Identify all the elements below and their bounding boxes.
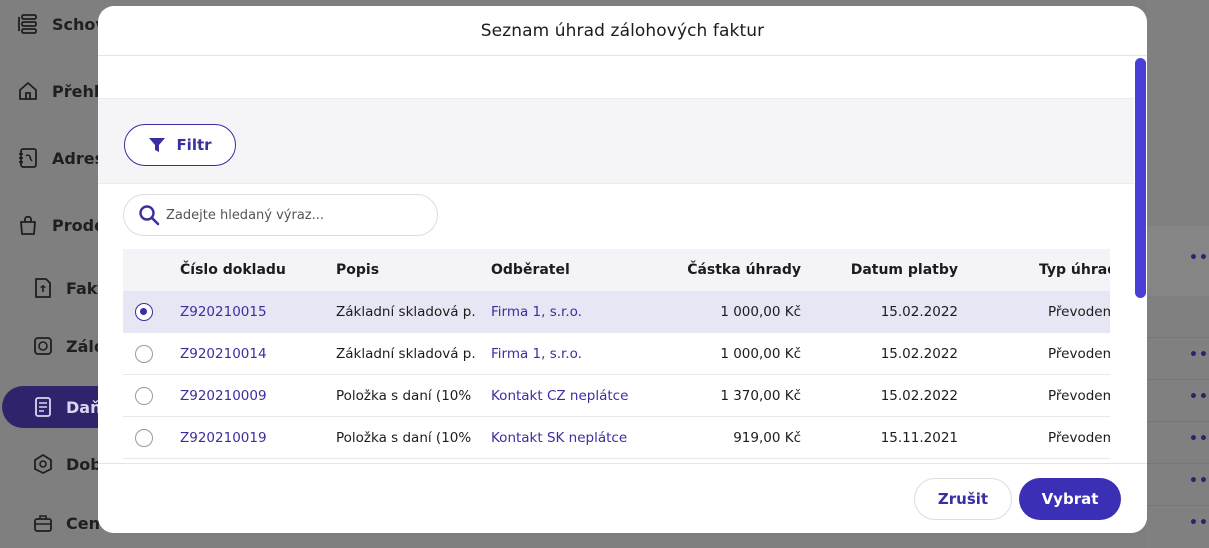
- more-icon: •••: [1189, 515, 1209, 531]
- cell-popis: Základní skladová p...: [336, 304, 476, 320]
- sidebar-item-label: Cen: [66, 513, 100, 533]
- address-book-icon: [16, 146, 40, 170]
- sidebar-item-dobropisy[interactable]: Dob: [32, 444, 102, 484]
- sidebar-item-zalohove[interactable]: Zálo: [32, 326, 105, 366]
- more-icon: •••: [1189, 250, 1209, 266]
- cell-cislo[interactable]: Z920210009: [180, 375, 267, 417]
- cell-castka: 1 000,00 Kč: [720, 346, 801, 362]
- column-header-castka[interactable]: Částka úhrady: [683, 249, 801, 291]
- cell-odberatel[interactable]: Firma 1, s.r.o.: [491, 291, 582, 333]
- column-header-cislo[interactable]: Číslo dokladu: [180, 249, 286, 291]
- cell-typ: Převodem: [1048, 346, 1110, 362]
- cell-castka: 1 370,00 Kč: [720, 388, 801, 404]
- row-radio[interactable]: [135, 303, 153, 321]
- filter-button-label: Filtr: [176, 136, 212, 154]
- modal-title: Seznam úhrad zálohových faktur: [480, 20, 765, 41]
- search-input[interactable]: [166, 207, 416, 223]
- shopping-bag-icon: [16, 213, 40, 237]
- cell-castka: 919,00 Kč: [733, 430, 801, 446]
- more-icon: •••: [1189, 347, 1209, 363]
- sidebar-item-danove[interactable]: Daň: [32, 387, 101, 427]
- column-header-odberatel[interactable]: Odběratel: [491, 249, 570, 291]
- filter-band: [98, 98, 1134, 184]
- cell-popis: Položka s daní (10% ...: [336, 388, 476, 404]
- sidebar-item-label: Dob: [66, 454, 102, 474]
- cell-cislo[interactable]: Z920210019: [180, 417, 267, 459]
- sidebar-item-prodej[interactable]: Prodej: [16, 205, 110, 245]
- payments-table: Číslo dokladu Popis Odběratel Částka úhr…: [123, 249, 1110, 463]
- cell-datum: 15.02.2022: [880, 388, 958, 404]
- sidebar-item-prehled[interactable]: Přehle: [16, 71, 110, 111]
- background-row-divider: [1146, 505, 1209, 506]
- price-list-icon: [32, 512, 54, 534]
- select-button[interactable]: Vybrat: [1019, 478, 1121, 520]
- sidebar-item-schov[interactable]: Schov: [16, 4, 106, 44]
- cell-odberatel[interactable]: Kontakt SK neplátce: [491, 417, 627, 459]
- cell-popis: Položka s daní (10% ...: [336, 430, 476, 446]
- table-row[interactable]: Z920210015 Základní skladová p... Firma …: [123, 291, 1110, 333]
- table-header: Číslo dokladu Popis Odběratel Částka úhr…: [123, 249, 1110, 291]
- deposit-icon: [32, 335, 54, 357]
- cancel-button[interactable]: Zrušit: [914, 478, 1012, 520]
- more-icon: •••: [1189, 389, 1209, 405]
- cell-castka: 1 000,00 Kč: [720, 304, 801, 320]
- payment-list-modal: Seznam úhrad zálohových faktur Filtr Čís…: [98, 6, 1147, 533]
- table-row[interactable]: Z920210014 Základní skladová p... Firma …: [123, 333, 1110, 375]
- filter-button[interactable]: Filtr: [124, 124, 236, 166]
- row-radio[interactable]: [135, 429, 153, 447]
- background-row-divider: [1146, 463, 1209, 464]
- table-row[interactable]: Z920210009 Položka s daní (10% ... Konta…: [123, 375, 1110, 417]
- sidebar-item-ceniky[interactable]: Cen: [32, 503, 100, 543]
- cell-odberatel[interactable]: Firma 1, s.r.o.: [491, 333, 582, 375]
- cell-cislo[interactable]: Z920210015: [180, 291, 267, 333]
- more-icon: •••: [1189, 473, 1209, 489]
- column-header-typ[interactable]: Typ úhrady: [1039, 249, 1110, 291]
- cell-datum: 15.02.2022: [880, 346, 958, 362]
- row-radio[interactable]: [135, 387, 153, 405]
- column-header-datum[interactable]: Datum platby: [843, 249, 958, 291]
- cell-cislo[interactable]: Z920210014: [180, 333, 267, 375]
- row-radio[interactable]: [135, 345, 153, 363]
- cell-odberatel[interactable]: Kontakt CZ neplátce: [491, 375, 628, 417]
- scrollbar-thumb[interactable]: [1135, 58, 1146, 298]
- background-row-divider: [1146, 337, 1209, 338]
- cell-typ: Převodem: [1048, 388, 1110, 404]
- background-row-divider: [1146, 379, 1209, 380]
- credit-note-icon: [32, 453, 54, 475]
- invoice-icon: [32, 277, 54, 299]
- home-icon: [16, 79, 40, 103]
- search-icon: [139, 205, 160, 226]
- cell-datum: 15.02.2022: [880, 304, 958, 320]
- column-header-popis[interactable]: Popis: [336, 249, 379, 291]
- modal-header: Seznam úhrad zálohových faktur: [98, 6, 1147, 56]
- cell-typ: Převodem: [1048, 304, 1110, 320]
- cell-typ: Převodem: [1048, 430, 1110, 446]
- tax-document-icon: [32, 396, 54, 418]
- layers-icon: [16, 12, 40, 36]
- cell-datum: 15.11.2021: [880, 430, 958, 446]
- sidebar-item-label: Daň: [66, 397, 102, 417]
- table-row[interactable]: Z920210019 Položka s daní (10% ... Konta…: [123, 417, 1110, 459]
- more-icon: •••: [1189, 431, 1209, 447]
- cell-popis: Základní skladová p...: [336, 346, 476, 362]
- search-box: [123, 194, 438, 236]
- sidebar-item-faktury[interactable]: Fakt: [32, 268, 105, 308]
- filter-icon: [149, 137, 166, 152]
- background-row-divider: [1146, 421, 1209, 422]
